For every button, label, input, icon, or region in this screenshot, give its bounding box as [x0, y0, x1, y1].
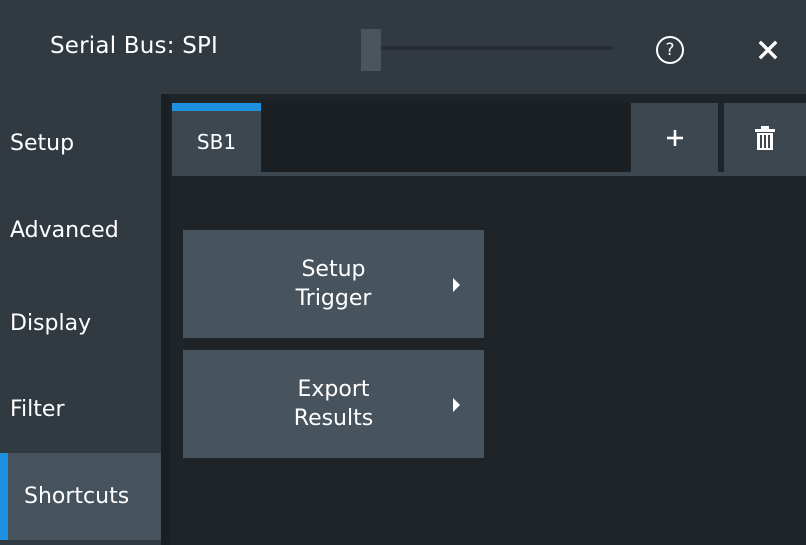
export-results-button[interactable]: Export Results	[183, 350, 484, 458]
add-tab-button[interactable]	[631, 103, 718, 172]
dialog-title: Serial Bus: SPI	[50, 33, 219, 59]
tab-bar-spacer	[261, 103, 630, 172]
chevron-right-icon	[453, 398, 460, 412]
sidebar-item-label: Filter	[10, 396, 65, 422]
trash-icon	[755, 125, 775, 150]
button-label-line2: Trigger	[295, 286, 372, 311]
help-circle-icon: ?	[656, 36, 684, 64]
close-button[interactable]	[752, 34, 784, 66]
button-label-line2: Results	[293, 406, 374, 431]
tab-selected-indicator	[172, 103, 261, 111]
sidebar-item-label: Advanced	[10, 217, 119, 243]
sidebar-item-label: Setup	[10, 130, 75, 156]
button-label: Export Results	[183, 350, 484, 458]
sidebar-item-label: Display	[10, 310, 92, 336]
tab-label: SB1	[196, 129, 237, 154]
setup-trigger-button[interactable]: Setup Trigger	[183, 230, 484, 338]
delete-tab-button[interactable]	[724, 103, 806, 172]
help-button[interactable]: ?	[653, 33, 687, 67]
sidebar-item-setup[interactable]: Setup	[0, 101, 161, 185]
close-icon	[758, 40, 778, 60]
plus-icon	[666, 129, 683, 146]
button-label: Setup Trigger	[183, 230, 484, 338]
sidebar-item-display[interactable]: Display	[0, 281, 161, 365]
dialog-transparency-slider-handle[interactable]	[361, 29, 381, 71]
sidebar-item-advanced[interactable]: Advanced	[0, 188, 161, 272]
button-label-line1: Setup	[301, 257, 366, 282]
sidebar-item-label: Shortcuts	[24, 484, 130, 509]
sidebar-item-shortcuts[interactable]: Shortcuts	[0, 453, 161, 540]
button-label-line1: Export	[297, 377, 370, 402]
sidebar-divider	[161, 94, 169, 545]
chevron-right-icon	[453, 278, 460, 292]
help-glyph: ?	[665, 39, 675, 60]
sidebar-item-filter[interactable]: Filter	[0, 367, 161, 451]
tab-strip	[172, 172, 806, 176]
tab-sb1[interactable]: SB1	[172, 103, 261, 172]
dialog-transparency-slider-track[interactable]	[361, 46, 613, 50]
